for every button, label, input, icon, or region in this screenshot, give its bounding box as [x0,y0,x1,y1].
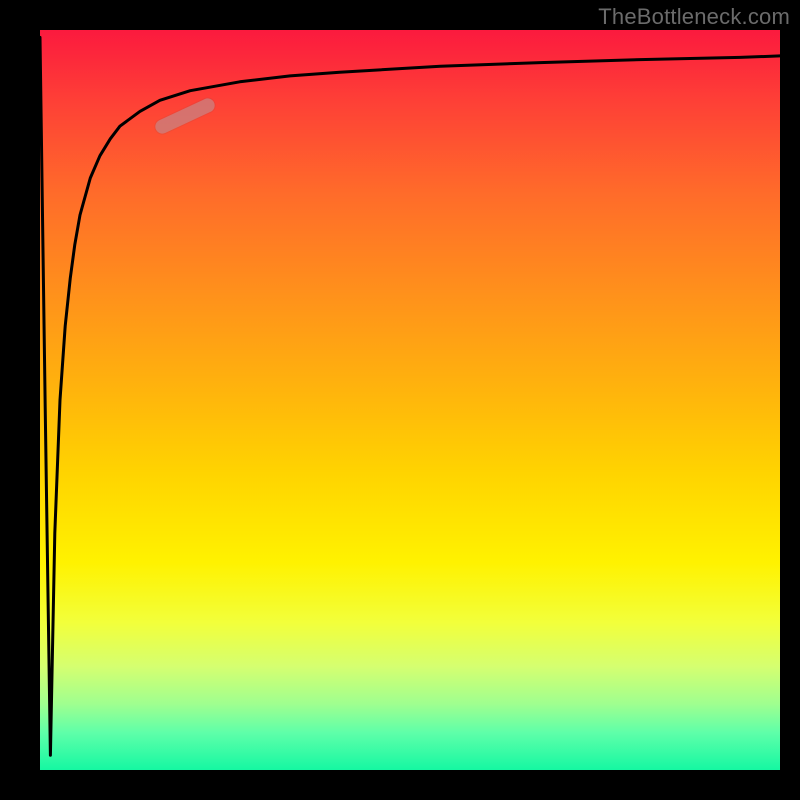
plot-area [40,30,780,770]
watermark-text: TheBottleneck.com [598,4,790,30]
chart-frame: TheBottleneck.com [0,0,800,800]
curve-path [40,37,780,755]
curve-svg [40,30,780,770]
